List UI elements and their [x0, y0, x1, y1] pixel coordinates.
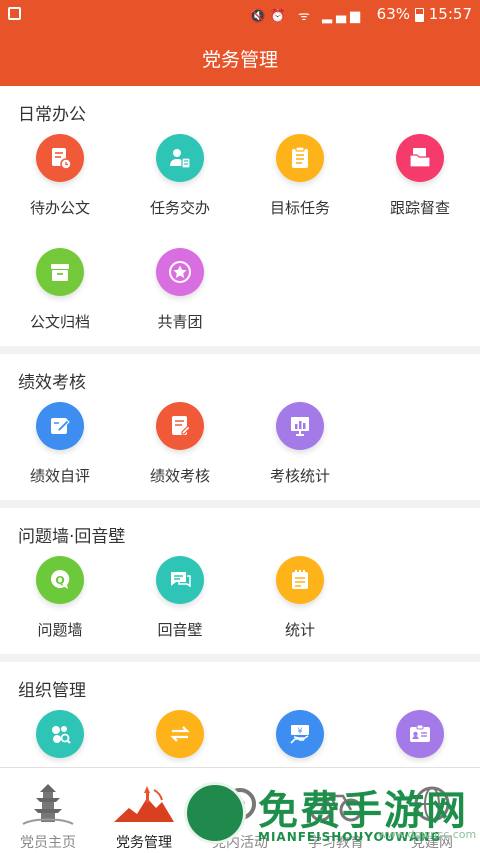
menu-item-label: 统计 [284, 621, 315, 639]
menu-item-relation-transfer[interactable] [120, 704, 240, 767]
menu-item-evaluation-statistics[interactable]: 考核统计 [240, 396, 360, 500]
archive-box-icon [36, 248, 84, 296]
clipboard-icon [276, 134, 324, 182]
menu-item-self-evaluation[interactable]: 绩效自评 [0, 396, 120, 500]
status-icons: 🔇⏰ ᯤ ▂▄▆ [249, 9, 364, 24]
bar-chart-icon [276, 402, 324, 450]
question-bubble-icon: Q [36, 556, 84, 604]
star-badge-icon [156, 248, 204, 296]
menu-item-youth-league[interactable]: 共青团 [120, 242, 240, 346]
watermark-url: www.downcc.com [378, 828, 477, 841]
menu-item-label: 待办公文 [29, 199, 90, 217]
watermark: 免费手游网 MIANFEISHOUYOUWANG www.downcc.com [178, 778, 478, 850]
tab-member-home[interactable]: 党员主页 [0, 768, 96, 853]
tab-label: 党务管理 [116, 835, 172, 851]
section-title: 日常办公 [18, 105, 86, 125]
section-title: 问题墙·回音壁 [18, 527, 126, 547]
review-document-icon [156, 402, 204, 450]
status-bar: 🔇⏰ ᯤ ▂▄▆ 63% 15:57 [0, 0, 480, 30]
menu-item-label: 跟踪督查 [389, 199, 450, 217]
menu-item-label: 共青团 [157, 313, 203, 331]
menu-item-echo-wall[interactable]: 回音壁 [120, 550, 240, 654]
section-title: 组织管理 [18, 681, 86, 701]
section-daily-office: 日常办公 待办公文 任务交办 目标任务 跟踪督查 公文归档 共青团 [0, 86, 480, 346]
menu-item-label: 公文归档 [29, 313, 90, 331]
folder-icon [396, 134, 444, 182]
org-search-icon [36, 710, 84, 758]
pending-document-icon [36, 134, 84, 182]
battery-percent: 63% [376, 5, 410, 23]
dues-payment-icon: ¥ [276, 710, 324, 758]
section-title: 绩效考核 [18, 373, 86, 393]
menu-item-statistics[interactable]: 统计 [240, 550, 360, 654]
menu-item-label: 任务交办 [149, 199, 210, 217]
edit-icon [36, 402, 84, 450]
menu-item-label: 问题墙 [37, 621, 83, 639]
menu-item-performance-review[interactable]: 绩效考核 [120, 396, 240, 500]
menu-item-label: 回音壁 [157, 621, 203, 639]
section-question-wall: 问题墙·回音壁 Q 问题墙 回音壁 统计 [0, 508, 480, 654]
tab-label: 党员主页 [20, 835, 76, 851]
menu-item-label: 绩效自评 [29, 467, 90, 485]
section-organization: 组织管理 ¥ [0, 662, 480, 767]
notepad-icon [276, 556, 324, 604]
menu-item-tracking-supervision[interactable]: 跟踪督查 [360, 128, 480, 242]
svg-text:Q: Q [55, 574, 64, 587]
page-title: 党务管理 [201, 48, 278, 71]
menu-item-target-task[interactable]: 目标任务 [240, 128, 360, 242]
menu-item-dues-payment[interactable]: ¥ [240, 704, 360, 767]
notification-icon [8, 7, 21, 20]
id-card-icon [396, 710, 444, 758]
menu-item-question-wall[interactable]: Q 问题墙 [0, 550, 120, 654]
menu-item-label: 绩效考核 [149, 467, 210, 485]
menu-item-member-card[interactable] [360, 704, 480, 767]
clock: 15:57 [428, 5, 472, 23]
transfer-arrows-icon [156, 710, 204, 758]
app-header: 党务管理 [0, 30, 480, 86]
section-performance: 绩效考核 绩效自评 绩效考核 考核统计 [0, 354, 480, 500]
chat-bubble-icon [156, 556, 204, 604]
menu-item-task-assign[interactable]: 任务交办 [120, 128, 240, 242]
menu-item-label: 考核统计 [269, 467, 330, 485]
main-content[interactable]: 日常办公 待办公文 任务交办 目标任务 跟踪督查 公文归档 共青团 绩效考核 绩… [0, 86, 480, 767]
watermark-logo-icon [184, 782, 246, 844]
task-assign-icon [156, 134, 204, 182]
menu-item-org-query[interactable] [0, 704, 120, 767]
svg-text:¥: ¥ [297, 727, 302, 736]
menu-item-label: 目标任务 [269, 199, 330, 217]
pagoda-icon [22, 784, 74, 825]
red-landmark-icon [114, 786, 174, 822]
battery-icon [415, 8, 424, 22]
menu-item-pending-documents[interactable]: 待办公文 [0, 128, 120, 242]
menu-item-document-archive[interactable]: 公文归档 [0, 242, 120, 346]
